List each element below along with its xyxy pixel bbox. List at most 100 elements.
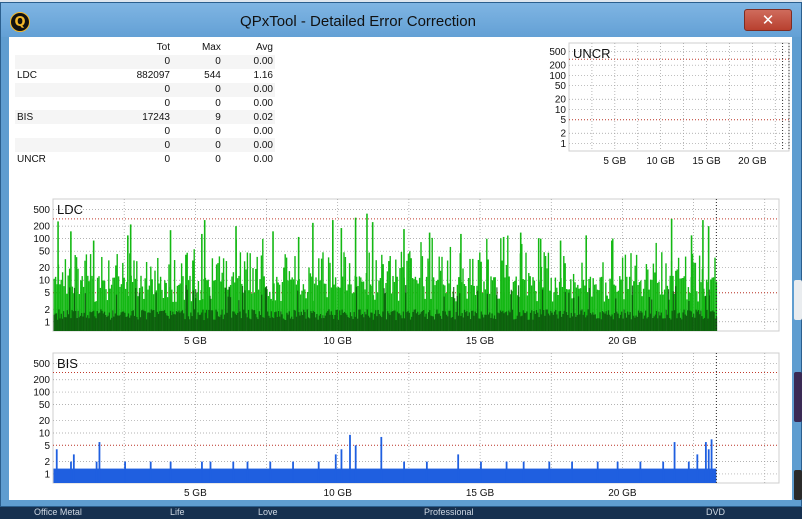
close-button[interactable]: ✕: [744, 9, 792, 31]
ldc-y-tick-label: 200: [33, 222, 50, 233]
title-bar[interactable]: Q QPxTool - Detailed Error Correction ✕: [1, 3, 801, 37]
ldc-spike: [70, 231, 72, 331]
ldc-avg-bar: [387, 311, 389, 331]
ldc-avg-bar: [203, 320, 205, 331]
ldc-avg-bar: [65, 317, 67, 331]
taskbar-item[interactable]: DVD: [706, 507, 725, 517]
ldc-avg-bar: [565, 312, 568, 331]
bis-spike: [149, 461, 152, 483]
ldc-avg-bar: [511, 309, 514, 331]
ldc-avg-bar: [541, 289, 544, 331]
row-label: [15, 138, 89, 153]
taskbar-item[interactable]: Professional: [424, 507, 474, 517]
ldc-avg-bar: [408, 312, 410, 331]
taskbar-item[interactable]: Life: [170, 507, 185, 517]
ldc-avg-bar: [106, 316, 108, 331]
ldc-avg-bar: [252, 310, 254, 331]
ldc-y-tick-label: 50: [39, 247, 51, 258]
ldc-avg-bar: [475, 313, 478, 331]
ldc-avg-bar: [294, 310, 296, 331]
ldc-avg-bar: [177, 312, 179, 331]
taskbar-item[interactable]: Office Metal: [34, 507, 82, 517]
ldc-avg-bar: [413, 309, 415, 331]
row-avg: 0.00: [253, 125, 273, 137]
ldc-avg-bar: [63, 311, 65, 331]
ldc-avg-bar: [580, 310, 582, 331]
ldc-avg-bar: [669, 318, 671, 331]
ldc-avg-bar: [689, 310, 691, 331]
ldc-avg-bar: [448, 310, 450, 331]
ldc-avg-bar: [186, 289, 188, 331]
ldc-avg-bar: [77, 310, 79, 331]
ldc-avg-bar: [360, 314, 362, 331]
ldc-avg-bar: [501, 311, 503, 331]
ldc-avg-bar: [579, 314, 581, 331]
bis-spike: [124, 461, 126, 483]
taskbar-item[interactable]: Love: [258, 507, 278, 517]
ldc-avg-bar: [298, 312, 300, 331]
ldc-avg-bar: [274, 312, 276, 331]
ldc-y-tick-label: 1: [44, 317, 50, 328]
bis-spike: [673, 442, 676, 483]
ldc-avg-bar: [438, 313, 440, 331]
ldc-avg-bar: [604, 313, 606, 331]
ldc-y-tick-label: 500: [33, 205, 50, 216]
ldc-avg-bar: [690, 311, 692, 331]
ldc-avg-bar: [468, 312, 470, 331]
ldc-avg-bar: [603, 312, 605, 331]
ldc-avg-bar: [503, 313, 505, 331]
ldc-avg-bar: [121, 311, 124, 331]
uncr-x-tick-label: 10 GB: [646, 156, 675, 167]
ldc-avg-bar: [157, 313, 160, 331]
ldc-avg-bar: [273, 318, 275, 331]
ldc-avg-bar: [581, 309, 583, 331]
ldc-avg-bar: [467, 315, 469, 331]
ldc-avg-bar: [85, 317, 88, 331]
ldc-avg-bar: [127, 313, 130, 331]
ldc-avg-bar: [168, 318, 170, 331]
ldc-avg-bar: [211, 310, 214, 331]
bis-spike: [70, 461, 72, 483]
ldc-avg-bar: [237, 312, 239, 331]
ldc-avg-bar: [623, 309, 625, 331]
ldc-avg-bar: [123, 311, 125, 331]
ldc-avg-bar: [351, 316, 353, 331]
ldc-avg-bar: [537, 312, 539, 331]
ldc-avg-bar: [479, 318, 481, 331]
ldc-avg-bar: [559, 310, 562, 331]
ldc-avg-bar: [118, 315, 120, 331]
bis-spike: [639, 461, 642, 483]
ldc-avg-bar: [381, 317, 383, 331]
ldc-avg-bar: [257, 319, 259, 331]
desktop-icon-3[interactable]: [794, 470, 802, 500]
uncr-y-tick-label: 5: [560, 115, 566, 126]
ldc-avg-bar: [508, 310, 510, 331]
ldc-avg-bar: [708, 289, 710, 331]
ldc-avg-bar: [714, 318, 716, 331]
bis-chart: 5002001005020105215 GB 10 GB 15 GB 20 GBBIS: [33, 352, 780, 499]
ldc-avg-bar: [99, 312, 101, 331]
ldc-avg-bar: [586, 315, 588, 331]
ldc-avg-bar: [472, 310, 474, 331]
ldc-avg-bar: [466, 310, 468, 331]
ldc-avg-bar: [635, 315, 637, 331]
ldc-bar: [284, 254, 286, 331]
ldc-avg-bar: [544, 315, 546, 331]
bis-spike: [72, 454, 75, 483]
ldc-avg-bar: [605, 311, 607, 331]
ldc-avg-bar: [167, 315, 169, 331]
desktop-icon-2[interactable]: [794, 372, 802, 422]
ldc-avg-bar: [405, 285, 407, 331]
ldc-avg-bar: [697, 310, 700, 331]
ldc-avg-bar: [153, 309, 155, 331]
ldc-avg-bar: [130, 315, 132, 331]
desktop-icon-1[interactable]: [794, 280, 802, 320]
ldc-avg-bar: [534, 313, 536, 331]
ldc-avg-bar: [657, 318, 659, 331]
ldc-avg-bar: [651, 299, 653, 331]
ldc-avg-bar: [342, 312, 344, 331]
ldc-avg-bar: [165, 313, 167, 331]
ldc-avg-bar: [335, 309, 337, 331]
bis-y-tick-label: 2: [44, 457, 50, 468]
bis-y-tick-label: 50: [39, 400, 51, 411]
